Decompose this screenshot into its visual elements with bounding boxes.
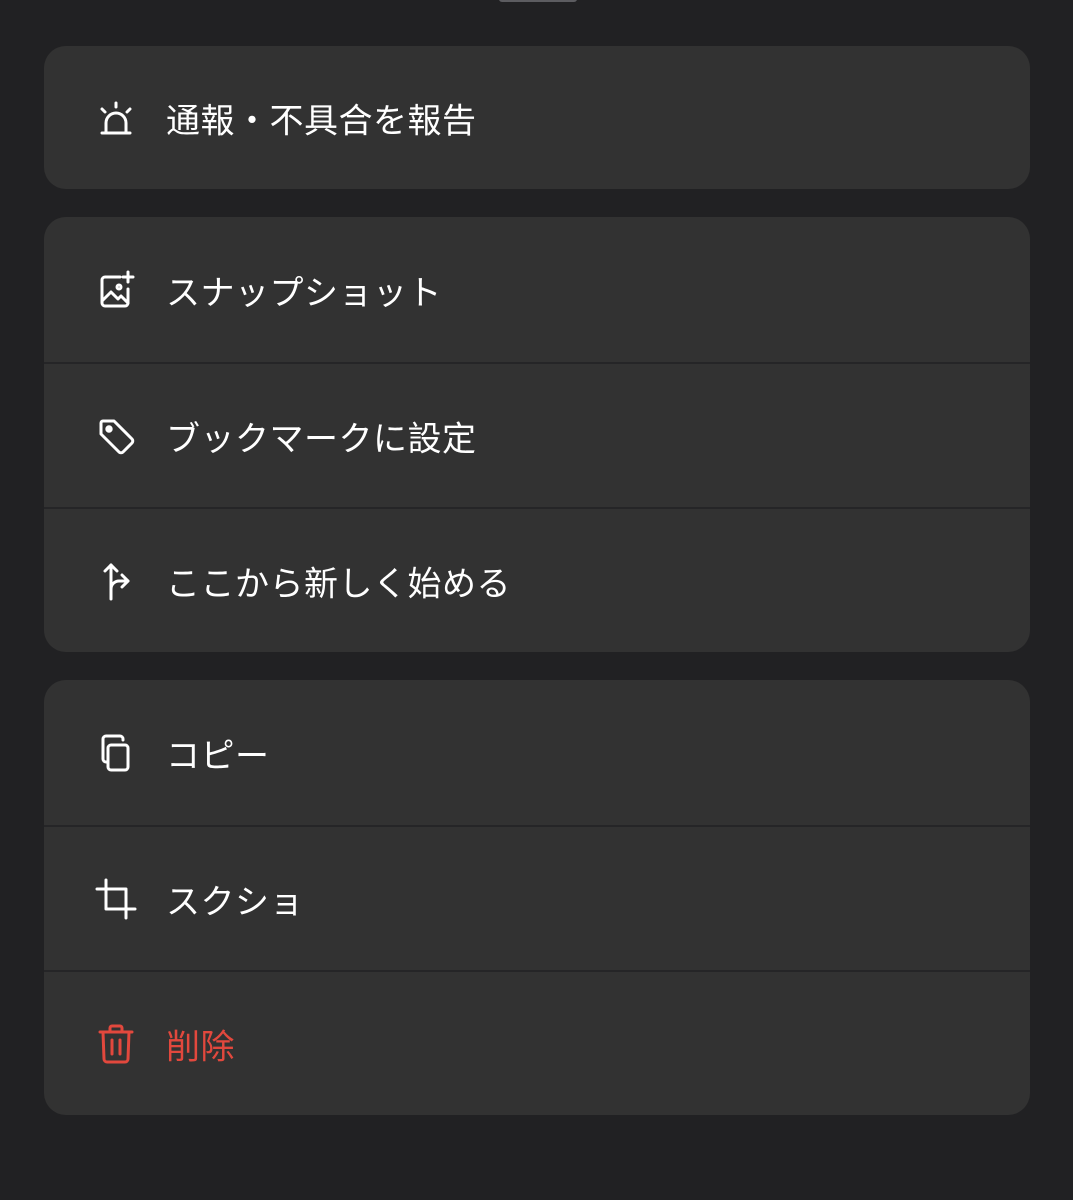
menu-item-bookmark[interactable]: ブックマークに設定 <box>44 362 1030 507</box>
menu-item-copy[interactable]: コピー <box>44 680 1030 825</box>
crop-icon <box>94 877 138 921</box>
sheet-drag-handle[interactable] <box>499 0 577 2</box>
menu-item-screenshot[interactable]: スクショ <box>44 825 1030 970</box>
menu-item-label: ここから新しく始める <box>166 564 511 604</box>
menu-group-edit: コピー スクショ 削除 <box>44 680 1030 1115</box>
siren-icon <box>94 96 138 140</box>
branch-arrow-icon <box>94 559 138 603</box>
menu-item-label: 通報・不具合を報告 <box>166 101 477 141</box>
menu-item-label: 削除 <box>166 1027 235 1067</box>
menu-item-label: スナップショット <box>166 273 442 313</box>
menu-item-delete[interactable]: 削除 <box>44 970 1030 1115</box>
menu-item-label: コピー <box>166 736 270 776</box>
image-plus-icon <box>94 268 138 312</box>
menu-group-actions: スナップショット ブックマークに設定 ここから新しく始める <box>44 217 1030 652</box>
menu-item-snapshot[interactable]: スナップショット <box>44 217 1030 362</box>
menu-item-label: ブックマークに設定 <box>166 419 477 459</box>
tag-icon <box>94 414 138 458</box>
menu-item-label: スクショ <box>166 882 304 922</box>
menu-group-report: 通報・不具合を報告 <box>44 46 1030 189</box>
menu-item-start-from-here[interactable]: ここから新しく始める <box>44 507 1030 652</box>
trash-icon <box>94 1022 138 1066</box>
menu-item-report[interactable]: 通報・不具合を報告 <box>44 46 1030 189</box>
copy-icon <box>94 731 138 775</box>
